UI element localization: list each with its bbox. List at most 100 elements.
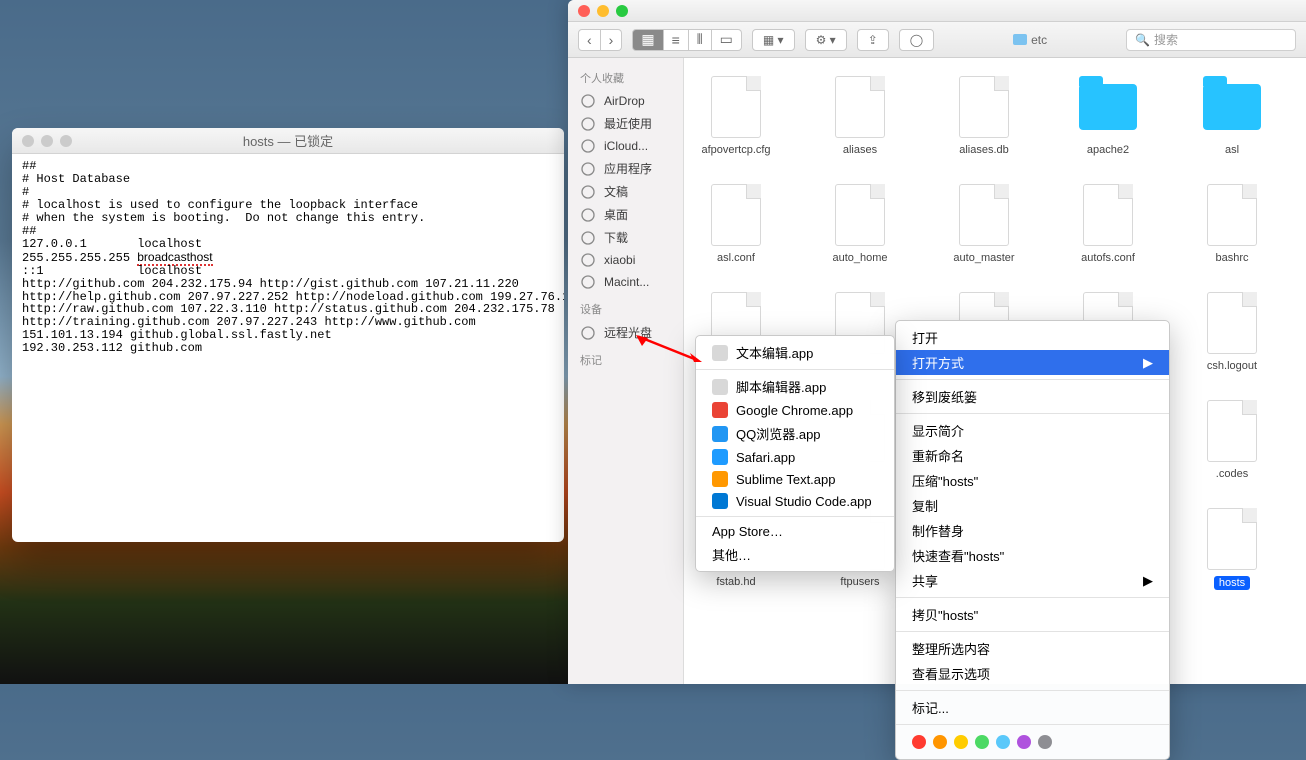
tag-dot[interactable] — [996, 735, 1010, 749]
file-icon — [711, 184, 761, 246]
file-icon — [1083, 184, 1133, 246]
sidebar-item[interactable]: AirDrop — [576, 90, 675, 112]
file-item[interactable]: autofs.conf — [1070, 184, 1146, 264]
tags-dropdown[interactable]: ◯ — [899, 29, 934, 51]
sidebar-item[interactable]: 最近使用 — [576, 112, 675, 135]
tag-dot[interactable] — [912, 735, 926, 749]
context-menu[interactable]: 打开打开方式▶ 移到废纸篓显示简介重新命名压缩"hosts"复制制作替身快速查看"… — [895, 320, 1170, 760]
file-item[interactable]: asl — [1194, 76, 1270, 156]
context-menu-item[interactable]: 查看显示选项 — [896, 661, 1169, 686]
tag-dot[interactable] — [1017, 735, 1031, 749]
tag-dot[interactable] — [975, 735, 989, 749]
file-icon — [959, 76, 1009, 138]
page-title: hosts — 已锁定 — [243, 134, 333, 149]
context-menu-item[interactable]: 制作替身 — [896, 518, 1169, 543]
sidebar-item[interactable]: iCloud... — [576, 135, 675, 157]
folder-icon — [1203, 84, 1261, 130]
open-with-app[interactable]: Google Chrome.app — [696, 399, 894, 421]
text-content[interactable]: ## # Host Database # # localhost is used… — [12, 154, 564, 361]
search-input[interactable]: 🔍 搜索 — [1126, 29, 1296, 51]
close-icon[interactable] — [578, 5, 590, 17]
open-with-footer[interactable]: 其他… — [696, 542, 894, 567]
open-with-submenu[interactable]: 文本编辑.app 脚本编辑器.appGoogle Chrome.appQQ浏览器.… — [695, 335, 895, 572]
app-icon — [712, 471, 728, 487]
file-icon — [1207, 184, 1257, 246]
finder-toolbar: ‹› ▦≡⫴▭ ▦ ▾ ⚙ ▾ ⇪ ◯ etc 🔍 搜索 — [568, 22, 1306, 58]
context-menu-item[interactable]: 打开方式▶ — [896, 350, 1169, 375]
tag-dot[interactable] — [954, 735, 968, 749]
context-menu-item[interactable]: 快速查看"hosts" — [896, 543, 1169, 568]
app-icon — [712, 426, 728, 442]
finder-sidebar: 个人收藏 AirDrop最近使用iCloud...应用程序文稿桌面下载xiaob… — [568, 58, 684, 684]
file-item[interactable]: asl.conf — [698, 184, 774, 264]
nav-back-forward[interactable]: ‹› — [578, 29, 622, 51]
file-item[interactable]: aliases.db — [946, 76, 1022, 156]
app-icon — [712, 379, 728, 395]
open-with-app[interactable]: Safari.app — [696, 446, 894, 468]
file-item[interactable]: auto_master — [946, 184, 1022, 264]
folder-icon — [1013, 34, 1027, 45]
sidebar-item[interactable]: 应用程序 — [576, 157, 675, 180]
sidebar-heading-favorites: 个人收藏 — [580, 70, 675, 86]
sidebar-heading-devices: 设备 — [580, 301, 675, 317]
tag-dot[interactable] — [933, 735, 947, 749]
context-menu-item[interactable]: 重新命名 — [896, 443, 1169, 468]
open-with-app[interactable]: 脚本编辑器.app — [696, 374, 894, 399]
file-icon — [835, 184, 885, 246]
file-item[interactable]: auto_home — [822, 184, 898, 264]
context-menu-item[interactable]: 打开 — [896, 325, 1169, 350]
context-menu-item[interactable]: 显示简介 — [896, 418, 1169, 443]
chevron-right-icon: ▶ — [1143, 573, 1153, 589]
tag-colors[interactable] — [896, 729, 1169, 755]
app-icon — [712, 493, 728, 509]
sidebar-item[interactable]: Macint... — [576, 271, 675, 293]
app-icon — [712, 345, 728, 361]
chevron-right-icon: ▶ — [1143, 355, 1153, 371]
tag-dot[interactable] — [1038, 735, 1052, 749]
folder-icon — [1079, 84, 1137, 130]
context-menu-item[interactable]: 移到废纸篓 — [896, 384, 1169, 409]
file-item[interactable]: apache2 — [1070, 76, 1146, 156]
context-menu-item[interactable]: 复制 — [896, 493, 1169, 518]
file-item[interactable]: aliases — [822, 76, 898, 156]
file-item[interactable]: bashrc — [1194, 184, 1270, 264]
sidebar-heading-tags: 标记 — [580, 352, 675, 368]
file-icon — [835, 76, 885, 138]
sidebar-item[interactable]: 桌面 — [576, 203, 675, 226]
file-item[interactable]: hosts — [1194, 508, 1270, 590]
path-title: etc — [1013, 33, 1047, 47]
file-item[interactable]: csh.logout — [1194, 292, 1270, 372]
finder-titlebar — [568, 0, 1306, 22]
textedit-titlebar: hosts — 已锁定 — [12, 128, 564, 154]
file-icon — [959, 184, 1009, 246]
file-item[interactable]: .codes — [1194, 400, 1270, 480]
minimize-icon[interactable] — [597, 5, 609, 17]
file-icon — [1207, 508, 1257, 570]
file-item[interactable]: afpovertcp.cfg — [698, 76, 774, 156]
file-icon — [1207, 292, 1257, 354]
context-menu-item[interactable]: 压缩"hosts" — [896, 468, 1169, 493]
app-icon — [712, 402, 728, 418]
share-dropdown[interactable]: ⇪ — [857, 29, 889, 51]
context-menu-item[interactable]: 共享▶ — [896, 568, 1169, 593]
open-with-app[interactable]: 文本编辑.app — [696, 340, 894, 365]
group-dropdown[interactable]: ▦ ▾ — [752, 29, 795, 51]
open-with-app[interactable]: Visual Studio Code.app — [696, 490, 894, 512]
sidebar-item[interactable]: 文稿 — [576, 180, 675, 203]
zoom-icon[interactable] — [616, 5, 628, 17]
view-mode-switcher[interactable]: ▦≡⫴▭ — [632, 29, 742, 51]
context-menu-item[interactable]: 拷贝"hosts" — [896, 602, 1169, 627]
action-dropdown[interactable]: ⚙ ▾ — [805, 29, 847, 51]
context-menu-item[interactable]: 标记... — [896, 695, 1169, 720]
sidebar-item[interactable]: 下载 — [576, 226, 675, 249]
textedit-window: hosts — 已锁定 ## # Host Database # # local… — [12, 128, 564, 542]
file-icon — [1207, 400, 1257, 462]
sidebar-item[interactable]: xiaobi — [576, 249, 675, 271]
app-icon — [712, 449, 728, 465]
sidebar-item[interactable]: 远程光盘 — [576, 321, 675, 344]
open-with-app[interactable]: Sublime Text.app — [696, 468, 894, 490]
open-with-app[interactable]: QQ浏览器.app — [696, 421, 894, 446]
open-with-footer[interactable]: App Store… — [696, 521, 894, 542]
context-menu-item[interactable]: 整理所选内容 — [896, 636, 1169, 661]
file-icon — [711, 76, 761, 138]
